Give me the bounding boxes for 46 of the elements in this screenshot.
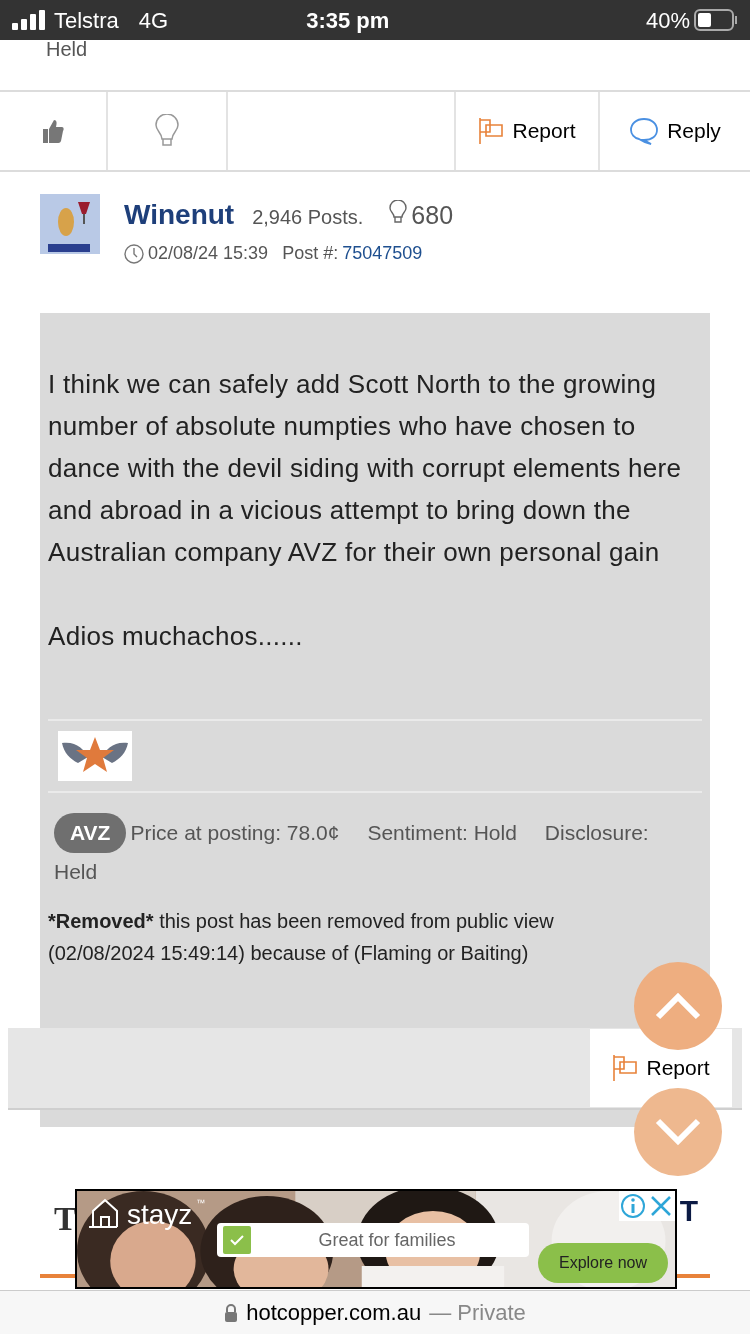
- avatar-icon: [40, 194, 100, 254]
- ad-brand-logo: stayz: [127, 1201, 193, 1229]
- price-at-posting: Price at posting: 78.0¢: [130, 821, 340, 844]
- chevron-up-icon: [654, 992, 702, 1020]
- heading-text: T: [679, 1196, 699, 1226]
- explore-now-button[interactable]: Explore now: [538, 1243, 668, 1283]
- battery-icon: [694, 9, 738, 31]
- chevron-down-icon: [654, 1118, 702, 1146]
- disclosure-label: Disclosure:: [544, 821, 649, 844]
- battery-percent: 40%: [645, 6, 690, 35]
- removed-notice: *Removed* this post has been removed from public view (02/08/2024 15:49:14) because of (Flaming or Baiting): [48, 909, 555, 966]
- network-type: 4G: [138, 6, 169, 35]
- like-count: 680: [411, 200, 454, 231]
- thumbs-up-icon: [41, 118, 65, 144]
- post-paragraph: I think we can safely add Scott North to the growing number of absolute numpties who have chosen to dance with the devil siding with corrupt elements here and abroad in a vicious attempt to bring down the Australian company AVZ for their own personal gain: [48, 368, 683, 569]
- post-paragraph: Adios muchachos......: [48, 620, 304, 653]
- ad-tagline: Great for families: [317, 1228, 457, 1252]
- post-number-label: Post #:: [282, 242, 339, 265]
- signal-icon: [12, 10, 46, 30]
- url-domain: hotcopper.com.au: [246, 1299, 422, 1327]
- flag-icon: [612, 1054, 639, 1082]
- checkmark-icon: [223, 1226, 251, 1254]
- speech-bubble-icon: [629, 117, 660, 145]
- disclosure-text: Held: [46, 37, 88, 62]
- browsing-mode: — Private: [429, 1299, 526, 1327]
- sentiment: Sentiment: Hold: [367, 821, 517, 844]
- lightbulb-icon: [389, 200, 408, 224]
- star-badge-icon: [58, 731, 132, 781]
- post-number-link[interactable]: 75047509: [342, 240, 423, 267]
- clock-icon: [124, 243, 144, 264]
- clock: 3:35 pm: [306, 6, 390, 35]
- lightbulb-icon: [154, 114, 180, 148]
- carrier-name: Telstra: [54, 6, 119, 35]
- info-icon[interactable]: [619, 1191, 647, 1221]
- advertisement-banner[interactable]: stayz™ Great for families Explore now: [75, 1189, 677, 1289]
- disclosure-value: Held: [54, 860, 98, 883]
- flag-icon: [478, 117, 505, 145]
- heading-text: T: [53, 1199, 77, 1236]
- reply-button[interactable]: Reply: [598, 92, 750, 170]
- report-button[interactable]: Report: [454, 92, 598, 170]
- post-date: 02/08/24 15:39: [148, 242, 269, 265]
- trademark: ™: [196, 1197, 206, 1210]
- lock-icon: [224, 1303, 239, 1322]
- stock-code-tag[interactable]: AVZ: [54, 813, 127, 853]
- author-name[interactable]: Winenut: [124, 194, 235, 236]
- post-count: 2,946 Posts.: [252, 205, 364, 230]
